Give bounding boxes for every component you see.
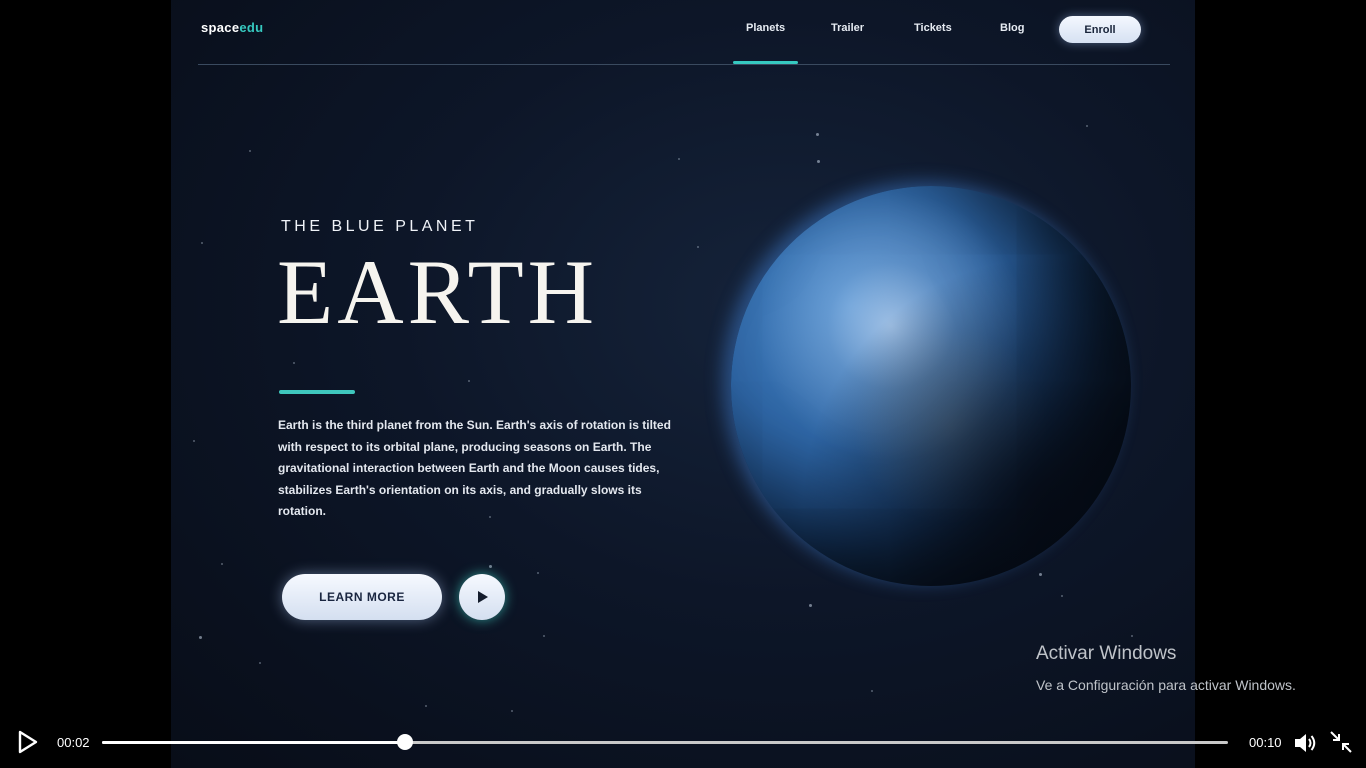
site-logo[interactable]: spaceedu [201,20,263,35]
volume-icon [1295,734,1316,752]
enroll-button[interactable]: Enroll [1059,16,1141,43]
accent-bar [279,390,355,394]
exit-fullscreen-icon [1330,731,1352,753]
watermark-title: Activar Windows [1036,643,1177,664]
exit-fullscreen-button[interactable] [1329,730,1353,754]
watermark-subtitle: Ve a Configuración para activar Windows. [1036,677,1296,693]
nav-item-planets[interactable]: Planets [732,22,799,64]
logo-text-edu: edu [239,20,264,35]
nav-item-tickets[interactable]: Tickets [914,22,952,34]
nav-divider [198,64,1170,65]
video-controls: 00:02 00:10 [0,720,1366,768]
play-icon [478,591,488,603]
hero-title: EARTH [277,241,599,343]
earth-globe [731,186,1131,586]
nav-item-blog[interactable]: Blog [1000,22,1024,34]
logo-text-space: space [201,20,240,35]
seek-thumb[interactable] [396,734,413,750]
play-icon [18,730,38,754]
nav-item-trailer[interactable]: Trailer [831,22,864,34]
hero-eyebrow: THE BLUE PLANET [281,218,479,235]
hero-description: Earth is the third planet from the Sun. … [278,418,671,518]
learn-more-button[interactable]: LEARN MORE [282,574,442,620]
volume-button[interactable] [1292,730,1318,756]
hero-play-button[interactable] [459,574,505,620]
player-play-button[interactable] [14,729,40,755]
seek-progress [102,741,405,744]
current-time: 00:02 [57,735,90,750]
windows-activation-watermark: Activar Windows Ve a Configuración para … [1036,643,1296,694]
top-navigation: spaceedu Planets Trailer Tickets Blog En… [171,0,1195,64]
duration-time: 00:10 [1249,735,1282,750]
earth-image [731,186,1131,586]
seek-bar[interactable] [102,734,1228,750]
